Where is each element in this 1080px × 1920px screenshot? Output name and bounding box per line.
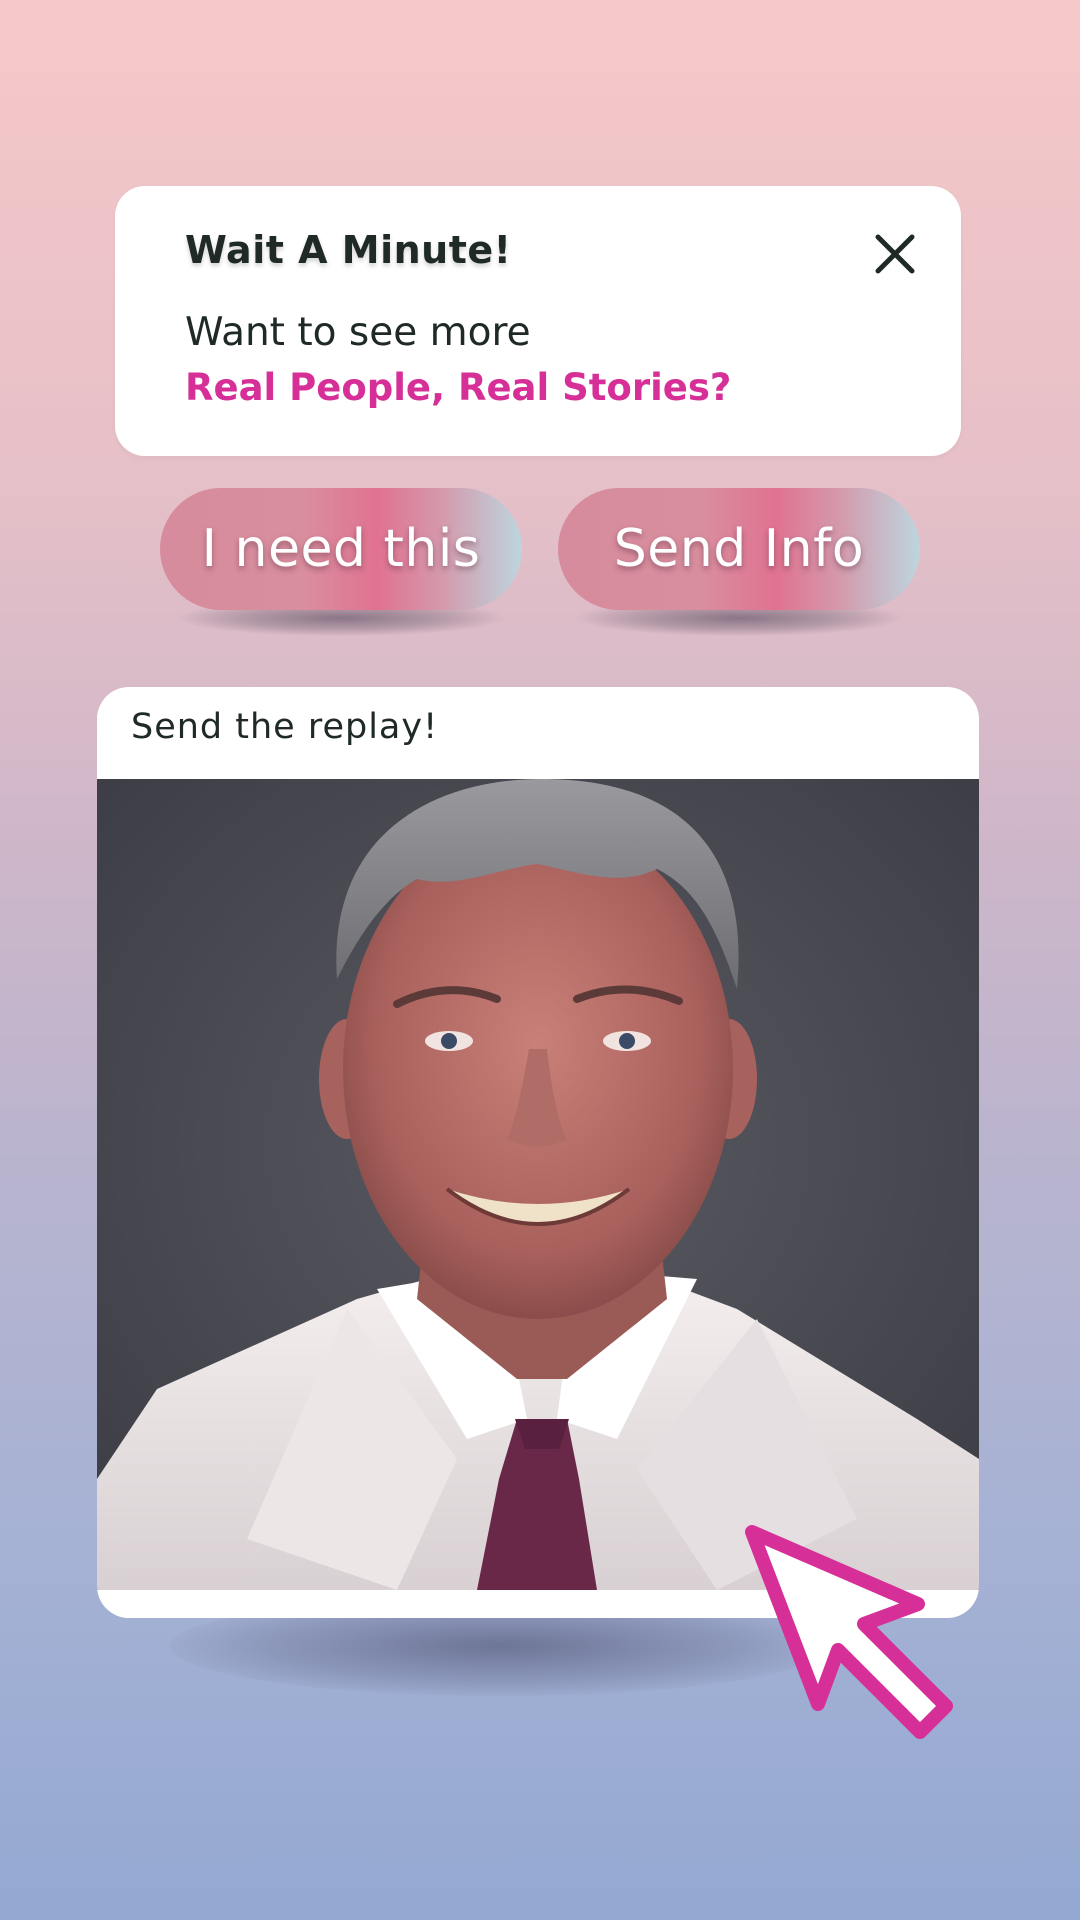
- popup-title: Wait A Minute!: [185, 228, 512, 272]
- i-need-this-button[interactable]: I need this: [160, 488, 522, 610]
- i-need-this-label: I need this: [201, 519, 481, 579]
- pointer-cursor-icon: [740, 1520, 970, 1750]
- close-icon[interactable]: [873, 232, 917, 276]
- popup-message: Want to see more: [185, 310, 531, 355]
- card-caption: Send the replay!: [131, 707, 439, 747]
- replay-card: Send the replay!: [97, 687, 979, 1618]
- i-need-this-button-wrap: I need this: [160, 488, 522, 636]
- portrait-photo[interactable]: [97, 779, 979, 1590]
- send-info-label: Send Info: [613, 519, 865, 579]
- popup-highlight: Real People, Real Stories?: [185, 366, 732, 409]
- send-info-button[interactable]: Send Info: [558, 488, 920, 610]
- popup-dialog: Wait A Minute! Want to see more Real Peo…: [115, 186, 961, 456]
- send-info-button-wrap: Send Info: [558, 488, 920, 636]
